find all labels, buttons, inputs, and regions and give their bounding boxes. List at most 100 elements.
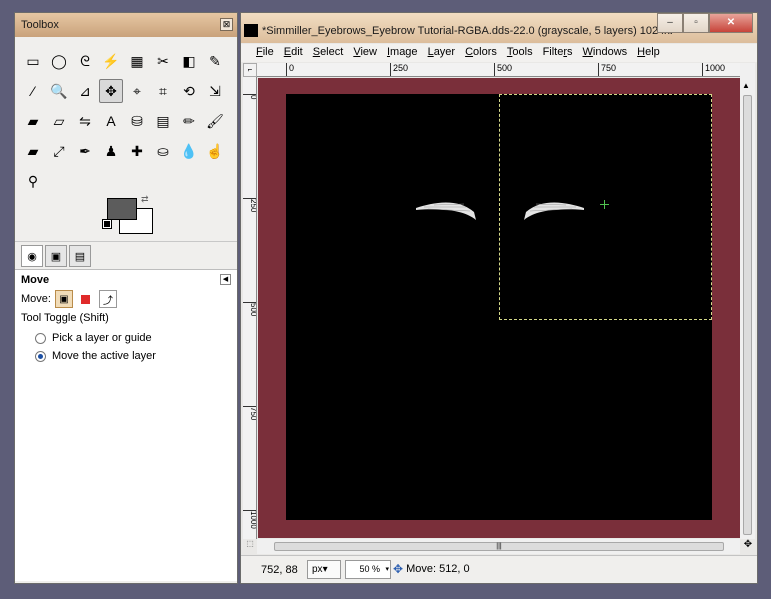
image-canvas[interactable] xyxy=(286,94,712,520)
ruler-tick-label: 750 xyxy=(243,406,256,420)
menu-tools[interactable]: Tools xyxy=(502,44,538,62)
menu-image[interactable]: Image xyxy=(382,44,423,62)
scroll-up-icon[interactable]: ▲ xyxy=(742,81,750,90)
tool-toggle-label: Tool Toggle (Shift) xyxy=(21,312,109,324)
pencil-icon[interactable]: ✏ xyxy=(177,109,201,133)
minimize-button[interactable]: – xyxy=(657,13,683,33)
airbrush-icon[interactable]: ⤢ xyxy=(47,139,71,163)
horizontal-ruler[interactable]: 0 250 500 750 1000 xyxy=(257,63,740,77)
color-picker-icon[interactable]: ⁄ xyxy=(21,79,45,103)
radio-button[interactable] xyxy=(35,332,46,344)
device-status-tab[interactable]: ▣ xyxy=(45,245,67,267)
move-mode-label: Move: xyxy=(21,293,51,305)
menu-filters[interactable]: Filters xyxy=(538,44,578,62)
rect-select-icon[interactable]: ▭ xyxy=(21,49,45,73)
ruler-tick-label: 750 xyxy=(598,63,616,76)
zoom-icon[interactable]: 🔍 xyxy=(47,79,71,103)
vertical-ruler[interactable]: 0 250 500 750 1000 xyxy=(243,77,257,539)
maximize-button[interactable]: ▫ xyxy=(683,13,709,33)
text-icon[interactable]: A xyxy=(99,109,123,133)
swap-colors-icon[interactable]: ⇄ xyxy=(141,194,149,205)
scale-icon[interactable]: ⇲ xyxy=(203,79,227,103)
pick-layer-radio[interactable]: Pick a layer or guide xyxy=(35,332,152,344)
ellipse-select-icon[interactable]: ◯ xyxy=(47,49,71,73)
tool-grid: ▭ ◯ ᘓ ⚡ ▦ ✂ ◧ ✎ ⁄ 🔍 ⊿ ✥ ⌖ ⌗ ⟲ ⇲ ▰ ▱ ⇋ A ⛁ ▤ ✏ 🖌 ▰ ⤢ ✒ ♟ ✚ ⛀ 💧 ☝ ⚲ xyxy=(21,49,233,199)
menu-colors[interactable]: Colors xyxy=(460,44,502,62)
free-select-icon[interactable]: ᘓ xyxy=(73,49,97,73)
radio-button-selected[interactable] xyxy=(35,350,46,362)
foreground-color-swatch[interactable] xyxy=(107,198,137,220)
toolbox-close-button[interactable]: ⊠ xyxy=(220,18,233,31)
blend-icon[interactable]: ▤ xyxy=(151,109,175,133)
measure-icon[interactable]: ⊿ xyxy=(73,79,97,103)
ruler-corner-icon[interactable]: ⌐ xyxy=(243,63,257,77)
flip-icon[interactable]: ⇋ xyxy=(73,109,97,133)
quick-mask-icon[interactable]: ⬚ xyxy=(243,539,257,553)
ruler-tick-label: 250 xyxy=(243,198,256,212)
color-area: ⇄ xyxy=(102,194,155,238)
ruler-tick-label: 0 xyxy=(243,94,256,99)
tool-options-tab[interactable]: ◉ xyxy=(21,245,43,267)
eraser-icon[interactable]: ▰ xyxy=(21,139,45,163)
ink-icon[interactable]: ✒ xyxy=(73,139,97,163)
move-icon: ✥ xyxy=(393,562,404,576)
rotate-icon[interactable]: ⟲ xyxy=(177,79,201,103)
blur-icon[interactable]: 💧 xyxy=(177,139,201,163)
perspective-clone-icon[interactable]: ⛀ xyxy=(151,139,175,163)
menu-help[interactable]: Help xyxy=(632,44,665,62)
menu-mnemonic: W xyxy=(582,46,593,58)
menu-view[interactable]: View xyxy=(348,44,382,62)
dodge-burn-icon[interactable]: ⚲ xyxy=(21,169,45,193)
shear-icon[interactable]: ▰ xyxy=(21,109,45,133)
foreground-select-icon[interactable]: ◧ xyxy=(177,49,201,73)
move-icon[interactable]: ✥ xyxy=(99,79,123,103)
zoom-select[interactable]: 50 % ▾ xyxy=(345,560,391,579)
unit-select[interactable]: px▾ xyxy=(307,560,341,579)
align-icon[interactable]: ⌖ xyxy=(125,79,149,103)
move-selection-mode-button[interactable] xyxy=(77,290,95,308)
bucket-fill-icon[interactable]: ⛁ xyxy=(125,109,149,133)
heal-icon[interactable]: ✚ xyxy=(125,139,149,163)
menu-layer[interactable]: Layer xyxy=(423,44,461,62)
menu-label-rest: ile xyxy=(262,46,274,58)
chevron-down-icon: ▾ xyxy=(385,566,389,573)
crop-icon[interactable]: ⌗ xyxy=(151,79,175,103)
image-thumbnail-icon xyxy=(244,24,258,37)
canvas-area[interactable] xyxy=(258,78,740,538)
horizontal-scrollbar[interactable]: ||| xyxy=(257,539,740,554)
navigate-icon[interactable]: ✥ xyxy=(741,539,755,553)
panel-menu-button[interactable]: ◀ xyxy=(220,274,231,285)
move-layer-mode-button[interactable]: ▣ xyxy=(54,290,73,308)
close-button[interactable]: ✕ xyxy=(709,13,753,33)
fuzzy-select-icon[interactable]: ⚡ xyxy=(99,49,123,73)
scissors-icon[interactable]: ✂ xyxy=(151,49,175,73)
toolbox-titlebar[interactable]: Toolbox ⊠ xyxy=(15,13,237,37)
menu-select[interactable]: Select xyxy=(308,44,349,62)
menu-mnemonic: F xyxy=(256,46,263,58)
move-active-layer-radio[interactable]: Move the active layer xyxy=(35,350,156,362)
paths-icon[interactable]: ✎ xyxy=(203,49,227,73)
menu-edit[interactable]: Edit xyxy=(279,44,308,62)
color-select-icon[interactable]: ▦ xyxy=(125,49,149,73)
status-text: Move: 512, 0 xyxy=(406,563,470,575)
vertical-scrollbar[interactable]: ▲ xyxy=(740,63,755,539)
move-path-mode-button[interactable]: ⤴ xyxy=(98,290,117,308)
ruler-tick-label: 1000 xyxy=(702,63,725,76)
menu-mnemonic: H xyxy=(637,46,646,58)
smudge-icon[interactable]: ☝ xyxy=(203,139,227,163)
selection-icon xyxy=(81,294,91,304)
clone-icon[interactable]: ♟ xyxy=(99,139,123,163)
horizontal-scroll-thumb[interactable]: ||| xyxy=(274,542,724,551)
undo-history-tab[interactable]: ▤ xyxy=(69,245,91,267)
image-window-titlebar[interactable]: *Simmiller_Eyebrows_Eyebrow Tutorial-RGB… xyxy=(241,13,757,43)
default-colors-icon[interactable] xyxy=(102,219,112,229)
pointer-crosshair-icon xyxy=(600,200,609,209)
perspective-icon[interactable]: ▱ xyxy=(47,109,71,133)
menu-windows[interactable]: Windows xyxy=(578,44,633,62)
menu-label-prefix: Filte xyxy=(542,46,564,58)
paintbrush-icon[interactable]: 🖌 xyxy=(203,109,227,133)
status-bar: 752, 88 px▾ 50 % ▾ ✥ Move: 512, 0 xyxy=(241,555,757,583)
divider xyxy=(15,241,237,242)
vertical-scroll-thumb[interactable] xyxy=(743,95,752,535)
menu-file[interactable]: File xyxy=(251,44,279,62)
